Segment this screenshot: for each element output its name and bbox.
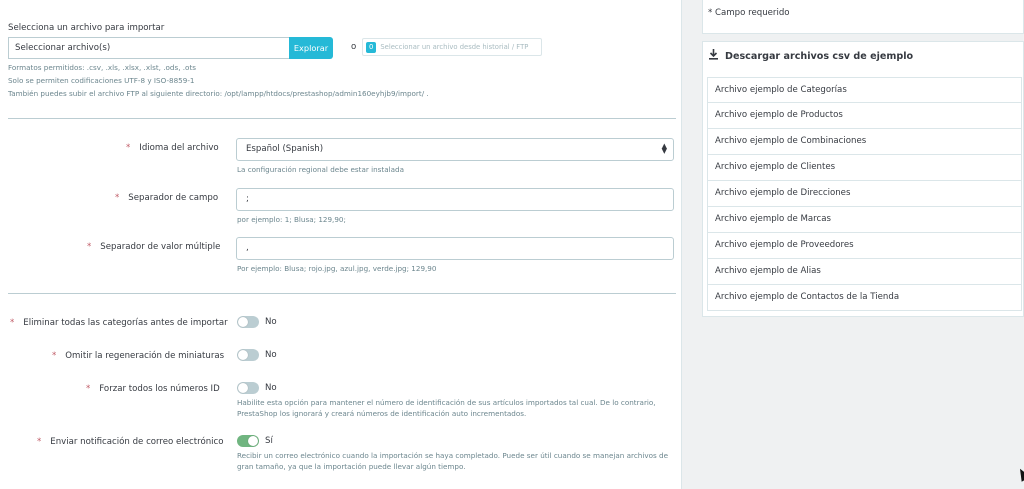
skip-thumbnails-label: * Omitir la regeneración de miniaturas [52, 351, 225, 361]
skip-thumbnails-state: No [265, 350, 277, 360]
file-section-heading: Selecciona un archivo para importar [8, 23, 165, 33]
sample-file-link[interactable]: Archivo ejemplo de Alias [707, 259, 1022, 285]
required-asterisk: * [52, 351, 57, 361]
delete-categories-label: * Eliminar todas las categorías antes de … [10, 318, 228, 328]
download-icon [709, 49, 718, 60]
multi-separator-label: * Separador de valor múltiple [87, 242, 221, 252]
email-notification-switch[interactable] [237, 435, 259, 447]
or-text: o [351, 42, 357, 52]
required-note: * Campo requerido [708, 8, 790, 18]
language-select-value: Español (Spanish) [246, 144, 324, 154]
email-notification-help: Recibir un correo electrónico cuando la … [237, 451, 669, 471]
required-asterisk: * [86, 384, 91, 394]
help-formats: Formatos permitidos: .csv, .xls, .xlsx, … [8, 63, 197, 72]
sample-file-link[interactable]: Archivo ejemplo de Contactos de la Tiend… [707, 285, 1022, 311]
sample-file-link[interactable]: Archivo ejemplo de Proveedores [707, 233, 1022, 259]
mouse-cursor-icon [1015, 466, 1024, 482]
delete-categories-switch[interactable] [237, 316, 259, 328]
required-asterisk: * [37, 437, 42, 447]
force-ids-switch[interactable] [237, 382, 259, 394]
required-asterisk: * [10, 318, 15, 328]
sample-file-link[interactable]: Archivo ejemplo de Marcas [707, 207, 1022, 233]
language-label: * Idioma del archivo [126, 143, 219, 153]
delete-categories-state: No [265, 317, 277, 327]
divider [8, 118, 676, 119]
divider [8, 293, 676, 294]
field-separator-input[interactable]: ; [236, 188, 674, 211]
skip-thumbnails-switch[interactable] [237, 349, 259, 361]
sample-file-link[interactable]: Archivo ejemplo de Clientes [707, 155, 1022, 181]
required-asterisk: * [87, 242, 92, 252]
email-notification-label: * Enviar notificación de correo electróni… [37, 437, 224, 447]
sample-file-link[interactable]: Archivo ejemplo de Combinaciones [707, 129, 1022, 155]
force-ids-state: No [265, 383, 277, 393]
field-separator-help: por ejemplo: 1; Blusa; 129,90; [237, 215, 346, 224]
force-ids-label: * Forzar todos los números ID [86, 384, 220, 394]
history-ftp-button[interactable]: 0 Seleccionar un archivo desde historial … [362, 38, 542, 56]
download-title: Descargar archivos csv de ejemplo [708, 49, 913, 62]
history-ftp-label: Seleccionar un archivo desde historial /… [380, 43, 529, 51]
sample-file-link[interactable]: Archivo ejemplo de Categorías [707, 77, 1022, 103]
sample-file-link[interactable]: Archivo ejemplo de Productos [707, 103, 1022, 129]
required-asterisk: * [115, 193, 120, 203]
explore-button[interactable]: Explorar [289, 37, 333, 59]
language-help: La configuración regional debe estar ins… [237, 165, 404, 174]
multi-separator-help: Por ejemplo: Blusa; rojo.jpg, azul.jpg, … [237, 264, 437, 273]
field-separator-label: * Separador de campo [115, 193, 219, 203]
history-count-badge: 0 [366, 42, 377, 53]
help-encodings: Solo se permiten codificaciones UTF-8 y … [8, 76, 195, 85]
sample-files-list: Archivo ejemplo de Categorías Archivo ej… [707, 77, 1022, 311]
email-notification-state: Sí [265, 436, 273, 446]
force-ids-help: Habilite esta opción para mantener el nú… [237, 398, 656, 418]
select-caret-icon: ▲ ▼ [661, 142, 667, 155]
required-asterisk: * [126, 143, 131, 153]
multi-separator-input[interactable]: , [236, 237, 674, 260]
sample-file-link[interactable]: Archivo ejemplo de Direcciones [707, 181, 1022, 207]
file-input[interactable]: Seleccionar archivo(s) [8, 37, 290, 59]
help-ftp-dir: También puedes subir el archivo FTP al s… [8, 89, 429, 98]
language-select[interactable]: Español (Spanish) ▲ ▼ [236, 138, 674, 161]
